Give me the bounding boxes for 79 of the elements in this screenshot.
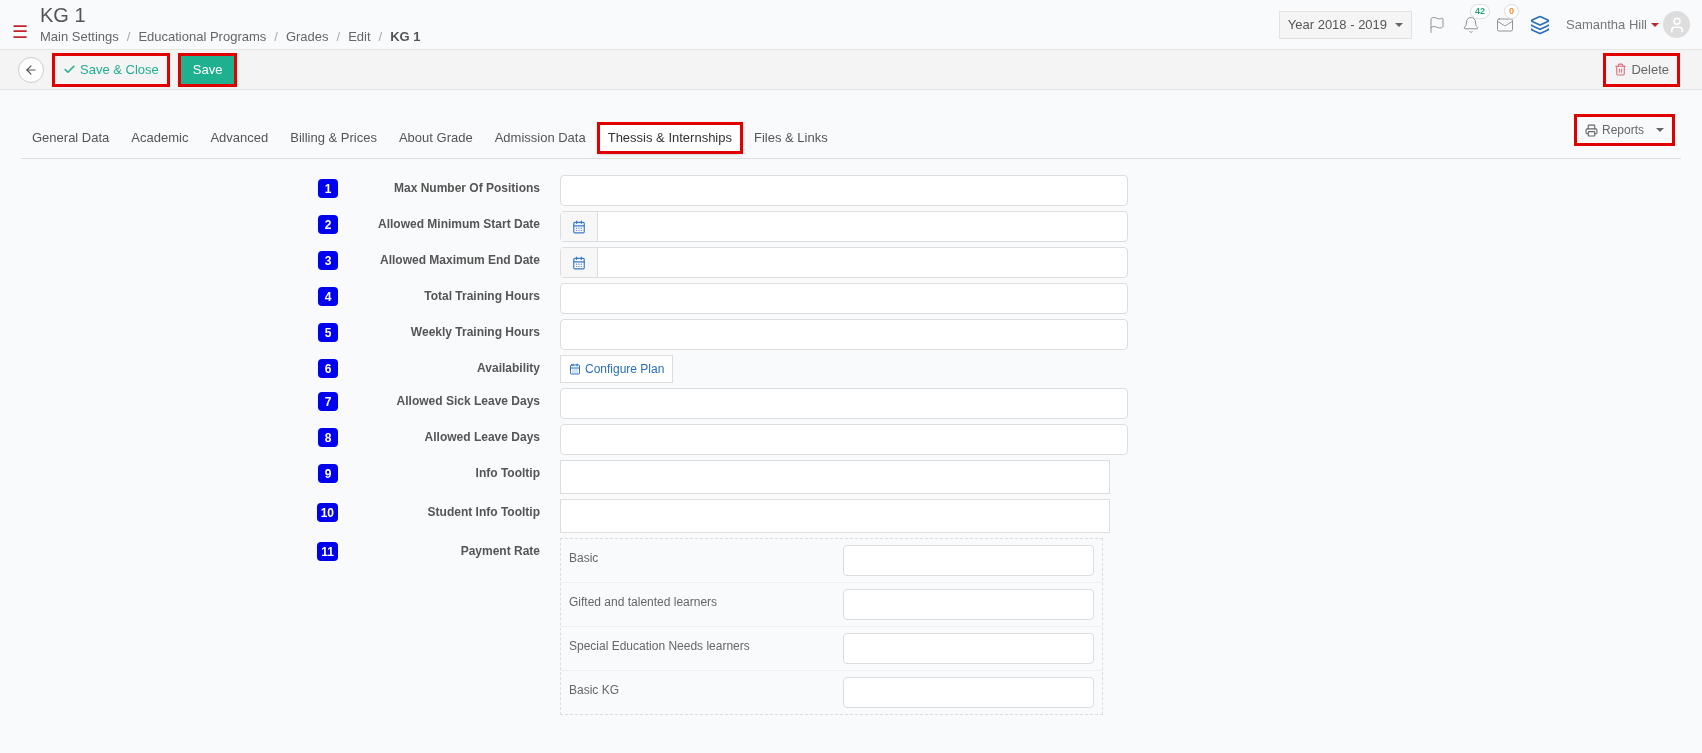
menu-icon[interactable]: ☰ (12, 19, 28, 46)
rate-label: Basic (569, 550, 599, 567)
breadcrumb-separator: / (377, 27, 384, 46)
number-badge: 2 (318, 215, 338, 234)
mail-icon[interactable] (1496, 15, 1515, 34)
calendar-icon (572, 219, 586, 234)
number-badge: 1 (318, 179, 338, 198)
breadcrumb-link[interactable]: Main Settings (40, 26, 119, 47)
breadcrumb-separator: / (273, 27, 279, 46)
input-field[interactable] (560, 319, 1128, 350)
trash-icon (1614, 63, 1628, 76)
number-badge: 8 (318, 428, 338, 447)
field-label: Allowed Minimum Start Date (376, 216, 540, 233)
breadcrumb-separator: / (125, 27, 132, 46)
tab[interactable]: Academic (120, 122, 200, 154)
field-label: Weekly Training Hours (409, 324, 540, 341)
bell-icon[interactable] (1462, 15, 1481, 34)
breadcrumb-link[interactable]: Educational Programs (138, 26, 267, 47)
delete-button[interactable]: Delete (1603, 52, 1680, 87)
input-field[interactable] (843, 633, 1094, 664)
rate-label: Special Education Needs learners (569, 638, 750, 655)
number-badge: 5 (318, 323, 338, 342)
breadcrumb-separator: / (335, 27, 342, 46)
tab[interactable]: General Data (21, 122, 121, 154)
tab[interactable]: Admission Data (483, 122, 597, 154)
input-field[interactable] (560, 175, 1128, 206)
field-label: Total Training Hours (423, 288, 540, 305)
field-label: Allowed Sick Leave Days (395, 393, 540, 410)
number-badge: 3 (318, 251, 338, 270)
number-badge: 9 (318, 464, 338, 483)
back-button[interactable] (18, 56, 44, 83)
text-area[interactable] (560, 499, 1110, 533)
calendar-icon (572, 255, 586, 270)
layers-icon[interactable] (1530, 14, 1551, 35)
caret-icon (1656, 128, 1664, 132)
number-badge: 10 (316, 503, 338, 522)
check-icon (63, 63, 76, 76)
reports-button[interactable]: Reports (1573, 114, 1675, 146)
field-label: Info Tooltip (474, 465, 540, 482)
field-label: Availability (476, 360, 540, 377)
flag-icon[interactable] (1428, 15, 1447, 34)
number-badge: 4 (318, 287, 338, 306)
calendar-icon (569, 363, 581, 375)
year-selector[interactable]: Year 2018 - 2019 (1278, 10, 1413, 39)
avatar[interactable] (1663, 11, 1690, 38)
number-badge: 7 (318, 392, 338, 411)
tab[interactable]: Thessis & Internships (596, 122, 743, 154)
input-field[interactable] (843, 677, 1094, 708)
text-area[interactable] (560, 460, 1110, 494)
field-label: Max Number Of Positions (392, 180, 540, 197)
number-badge: 11 (317, 542, 338, 561)
message-count: 0 (1504, 3, 1520, 19)
date-field[interactable] (560, 211, 1128, 242)
user-name[interactable]: Samantha Hill (1566, 14, 1659, 35)
tab[interactable]: Billing & Prices (279, 122, 388, 154)
field-label: Payment Rate (459, 543, 540, 560)
tab[interactable]: Advanced (199, 122, 280, 154)
field-label: Allowed Maximum End Date (378, 252, 540, 269)
input-field[interactable] (843, 545, 1094, 576)
input-field[interactable] (560, 283, 1128, 314)
field-label: Allowed Leave Days (423, 429, 540, 446)
breadcrumb-link[interactable]: KG 1 (390, 26, 421, 47)
field-label: Student Info Tooltip (426, 504, 540, 521)
input-field[interactable] (560, 424, 1128, 455)
number-badge: 6 (318, 359, 338, 378)
rate-label: Gifted and talented learners (569, 594, 718, 611)
configure-plan-button[interactable]: Configure Plan (560, 355, 674, 383)
tab[interactable]: Files & Links (743, 122, 839, 154)
breadcrumb-link[interactable]: Edit (348, 26, 371, 47)
tab[interactable]: About Grade (387, 122, 484, 154)
date-field[interactable] (560, 247, 1128, 278)
printer-icon (1584, 123, 1598, 137)
page-title: KG 1 (40, 2, 87, 27)
input-field[interactable] (843, 589, 1094, 620)
notification-count: 42 (1470, 3, 1491, 19)
input-field[interactable] (560, 388, 1128, 419)
rate-label: Basic KG (569, 682, 619, 699)
breadcrumb-link[interactable]: Grades (285, 26, 329, 47)
caret-icon (1395, 22, 1404, 27)
